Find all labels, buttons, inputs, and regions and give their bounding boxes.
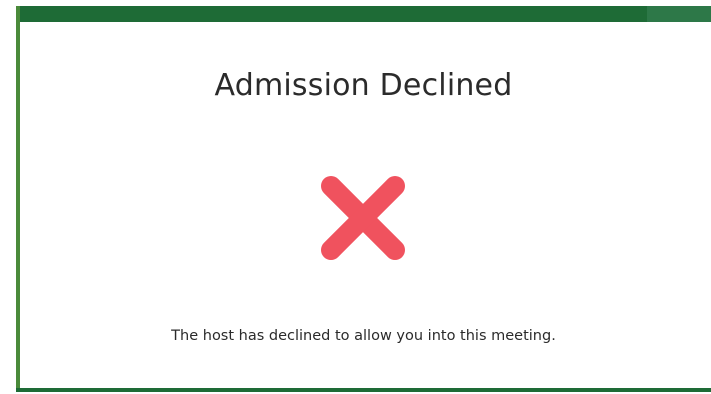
close-x-icon [321, 176, 405, 260]
dialog-title: Admission Declined [214, 68, 513, 103]
top-accent-bar [16, 6, 711, 22]
bottom-accent-bar [16, 388, 711, 392]
dialog-message: The host has declined to allow you into … [171, 328, 556, 344]
top-accent-bar-end [647, 6, 711, 22]
admission-declined-dialog: Admission Declined The host has declined… [16, 6, 711, 392]
